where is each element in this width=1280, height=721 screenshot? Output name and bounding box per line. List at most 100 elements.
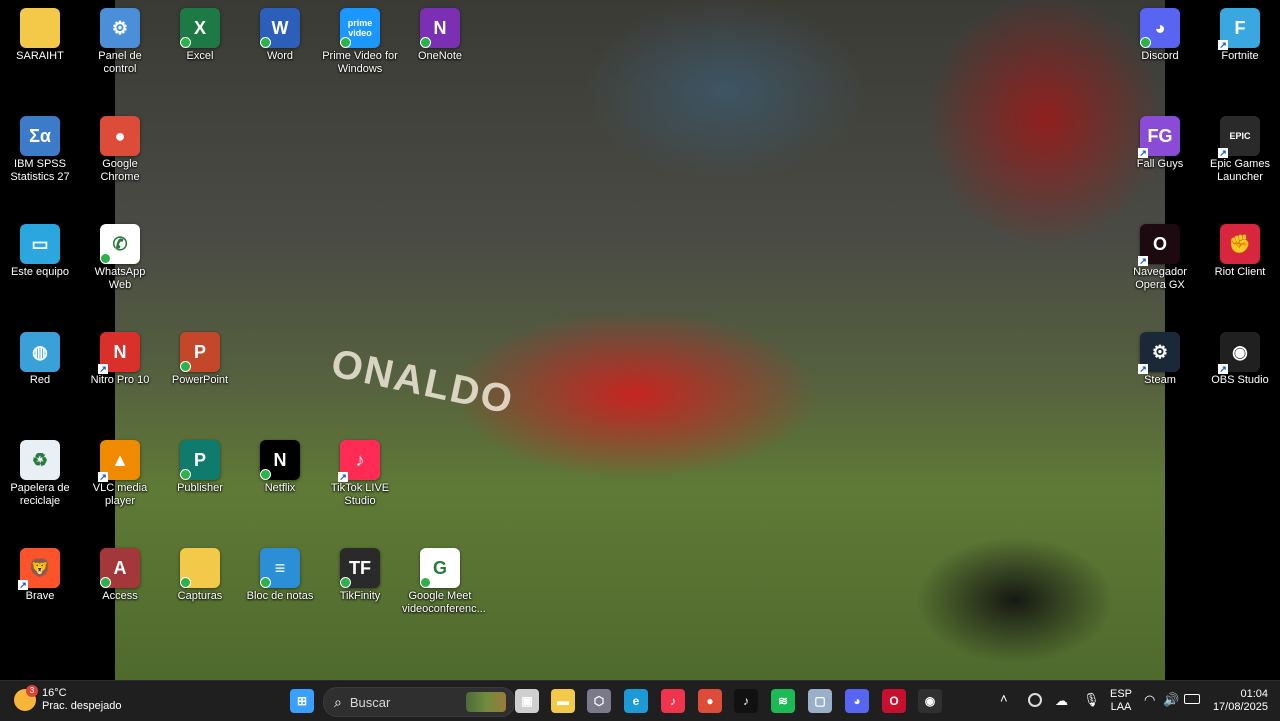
fortnite-icon: F ↗	[1218, 8, 1260, 50]
desktop-icon-capturas[interactable]: Capturas	[160, 540, 240, 603]
microphone-icon[interactable]: 🎙	[1083, 692, 1100, 708]
search-highlight-image	[466, 692, 506, 712]
desktop-icon-red[interactable]: ◍ Red	[0, 324, 80, 387]
onenote-icon: N	[420, 8, 460, 48]
show-hidden-icons-chevron-icon[interactable]: ˄	[1000, 691, 1008, 706]
music-icon[interactable]: ♪	[661, 689, 685, 713]
desktop-icon-riot-client[interactable]: ✊ Riot Client	[1200, 216, 1280, 279]
powerpoint-glyph: P	[193, 341, 206, 362]
desktop-icon-publisher[interactable]: P Publisher	[160, 432, 240, 495]
edge-icon[interactable]: e	[624, 689, 648, 713]
desktop-icon-label: Word	[266, 50, 294, 62]
desktop-icon-epic-games[interactable]: EPIC ↗ Epic Games Launcher	[1200, 108, 1280, 184]
desktop-icon-tikfinity[interactable]: TF TikFinity	[320, 540, 400, 603]
discord-icon[interactable]: ◕	[845, 689, 869, 713]
windows-start-icon[interactable]: ⊞	[290, 689, 314, 713]
task-view-icon[interactable]: ▣	[515, 689, 539, 713]
sync-status-icon	[180, 37, 191, 48]
network-icon: ◍	[20, 332, 60, 372]
desktop-icon-google-meet[interactable]: G Google Meet videoconferenc...	[400, 540, 486, 616]
desktop-icon-fall-guys[interactable]: FG ↗ Fall Guys	[1120, 108, 1200, 171]
desktop-icon-discord[interactable]: ◕ Discord	[1120, 0, 1200, 63]
desktop-icon-powerpoint[interactable]: P PowerPoint	[160, 324, 240, 387]
discord-glyph: ◕	[853, 694, 861, 708]
shortcut-arrow-icon: ↗	[98, 472, 108, 482]
desktop-icon-label: Riot Client	[1214, 266, 1266, 278]
weather-widget[interactable]: 3 16°C Prac. despejado	[14, 685, 122, 713]
desktop-icon-label: Bloc de notas	[246, 590, 314, 602]
riot-client-icon: ✊	[1220, 224, 1260, 264]
spotify-icon[interactable]: ≋	[771, 689, 795, 713]
obs-icon[interactable]: ◉	[918, 689, 942, 713]
desktop-icon-label: Steam	[1144, 374, 1176, 386]
desktop-icon-whatsapp-web[interactable]: ✆ WhatsApp Web	[80, 216, 160, 292]
spss-glyph: Σα	[29, 125, 51, 146]
shortcut-arrow-icon: ↗	[1138, 364, 1148, 374]
desktop-icon-access[interactable]: A Access	[80, 540, 160, 603]
desktop-icon-netflix[interactable]: N Netflix	[240, 432, 320, 495]
generic-app-icon[interactable]: ▢	[808, 689, 832, 713]
fall-guys-glyph: FG	[1147, 125, 1173, 146]
file-explorer-icon[interactable]: ▬	[551, 689, 575, 713]
search-icon: ⌕	[334, 693, 342, 710]
cloud-icon[interactable]: ☁	[1055, 693, 1068, 709]
weather-description: Prac. despejado	[42, 700, 122, 712]
desktop-icon-label: Papelera de reciclaje	[10, 482, 70, 507]
desktop-icon-label: SARAIHT	[16, 50, 64, 62]
desktop-icon-tiktok-live[interactable]: ♪ ↗ TikTok LIVE Studio	[320, 432, 400, 508]
edge-glyph: e	[632, 694, 640, 708]
shortcut-arrow-icon: ↗	[1218, 364, 1228, 374]
desktop-icon-google-chrome[interactable]: ● Google Chrome	[80, 108, 160, 184]
keyboard-layout: LAA	[1110, 701, 1132, 713]
desktop-icon-bloc-de-notas[interactable]: ≡ Bloc de notas	[240, 540, 320, 603]
fortnite-glyph: F	[1234, 17, 1246, 38]
desktop-icon-word[interactable]: W Word	[240, 0, 320, 63]
tiktok-glyph: ♪	[743, 694, 749, 708]
desktop-icon-saraiht[interactable]: SARAIHT	[0, 0, 80, 63]
desktop-icon-label: OneNote	[417, 50, 463, 62]
desktop-icon-nitro-pro[interactable]: N ↗ Nitro Pro 10	[80, 324, 160, 387]
search-placeholder: Buscar	[349, 694, 391, 710]
desktop-icon-brave[interactable]: 🦁 ↗ Brave	[0, 540, 80, 603]
volume-icon[interactable]: 🔊	[1163, 692, 1179, 708]
desktop-icon-obs-studio[interactable]: ◉ ↗ OBS Studio	[1200, 324, 1280, 387]
weather-notification-badge: 3	[26, 685, 38, 697]
battery-icon[interactable]	[1184, 694, 1200, 704]
wifi-icon[interactable]: ◠	[1144, 692, 1155, 708]
desktop-icon-papelera[interactable]: ♻ Papelera de reciclaje	[0, 432, 80, 508]
desktop-icon-ibm-spss[interactable]: Σα IBM SPSS Statistics 27	[0, 108, 80, 184]
desktop-icon-vlc[interactable]: ▲ ↗ VLC media player	[80, 432, 160, 508]
taskbar: 3 16°C Prac. despejado ⌕ Buscar ⊞ ▣ ▬ ⬡ e ♪ ● ♪…	[0, 680, 1280, 721]
chrome-glyph: ●	[706, 694, 714, 708]
opera-icon[interactable]: O	[882, 689, 906, 713]
clock[interactable]: 01:04 17/08/2025	[1208, 688, 1268, 714]
chrome-icon[interactable]: ●	[698, 689, 722, 713]
tikfinity-glyph: TF	[349, 557, 371, 578]
box-app-icon[interactable]: ⬡	[587, 689, 611, 713]
desktop-icon-panel-de-control[interactable]: ⚙ Panel de control	[80, 0, 160, 76]
desktop-icon-fortnite[interactable]: F ↗ Fortnite	[1200, 0, 1280, 63]
shortcut-arrow-icon: ↗	[1138, 148, 1148, 158]
desktop-icon-este-equipo[interactable]: ▭ Este equipo	[0, 216, 80, 279]
folder-icon	[20, 8, 60, 48]
sync-status-icon	[1140, 37, 1151, 48]
tiktok-icon[interactable]: ♪	[734, 689, 758, 713]
desktop-icon-label: Epic Games Launcher	[1210, 158, 1270, 183]
shortcut-arrow-icon: ↗	[18, 580, 28, 590]
taskbar-search-box[interactable]: ⌕ Buscar	[323, 687, 515, 717]
powerpoint-icon: P	[180, 332, 220, 372]
desktop-icon-onenote[interactable]: N OneNote	[400, 0, 480, 63]
desktop-icon-label: PowerPoint	[171, 374, 229, 386]
sync-status-icon	[420, 37, 431, 48]
chrome-icon: ●	[100, 116, 140, 156]
language-indicator[interactable]: ESP LAA	[1106, 688, 1136, 714]
tikfinity-icon: TF	[340, 548, 380, 588]
desktop-icon-opera-gx[interactable]: O ↗ Navegador Opera GX	[1120, 216, 1200, 292]
sync-icon[interactable]	[1028, 693, 1042, 707]
opera-glyph: O	[889, 694, 899, 708]
desktop-icon-label: TikTok LIVE Studio	[330, 482, 390, 507]
desktop-icon-excel[interactable]: X Excel	[160, 0, 240, 63]
desktop-icon-prime-video[interactable]: prime video Prime Video for Windows	[320, 0, 400, 76]
weather-temperature: 16°C	[42, 687, 67, 699]
desktop-icon-steam[interactable]: ⚙ ↗ Steam	[1120, 324, 1200, 387]
